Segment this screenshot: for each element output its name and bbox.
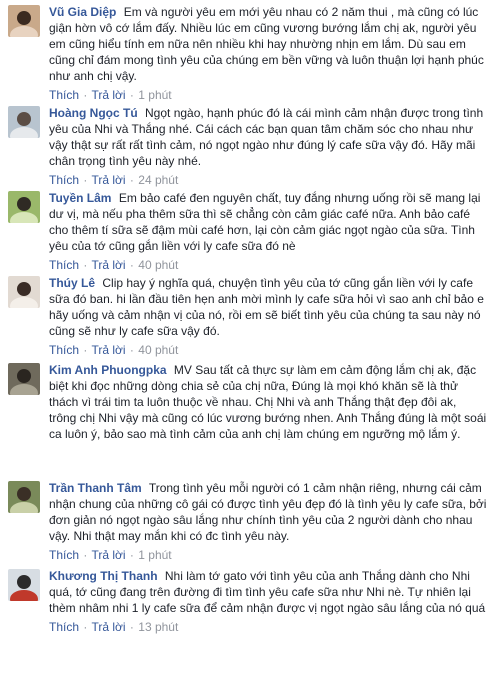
reply-link[interactable]: Trả lời — [91, 88, 125, 102]
reply-link[interactable]: Trả lời — [91, 343, 125, 357]
avatar-image — [8, 276, 40, 308]
comment-actions: Thích · Trả lời · 13 phút — [49, 619, 487, 635]
reply-link[interactable]: Trả lời — [91, 620, 125, 634]
comment-author-link[interactable]: Hoàng Ngọc Tú — [49, 106, 138, 120]
comment-timestamp[interactable]: 13 phút — [138, 620, 178, 634]
reply-link[interactable]: Trả lời — [91, 173, 125, 187]
avatar[interactable] — [8, 191, 40, 223]
comment-body: Khương Thị Thanh Nhi làm tớ gato với tìn… — [49, 568, 487, 616]
comment-text: Em bảo café đen nguyên chất, tuy đắng nh… — [49, 191, 481, 253]
comment-actions: Thích · Trả lời · 40 phút — [49, 257, 487, 273]
comment-actions: Thích · Trả lời · 24 phút — [49, 172, 487, 188]
comment-author-link[interactable]: Tuyền Lâm — [49, 191, 111, 205]
separator: · — [83, 548, 88, 562]
comment-item: Kim Anh Phuongpka MV Sau tất cả thực sự … — [0, 362, 495, 480]
like-link[interactable]: Thích — [49, 343, 79, 357]
comment-timestamp[interactable]: 24 phút — [138, 173, 178, 187]
separator: · — [83, 173, 88, 187]
avatar[interactable] — [8, 5, 40, 37]
comment-body: Vũ Gia Diệp Em và người yêu em mới yêu n… — [49, 4, 487, 84]
like-link[interactable]: Thích — [49, 173, 79, 187]
separator: · — [129, 258, 134, 272]
avatar-image — [8, 569, 40, 601]
separator: · — [129, 88, 134, 102]
avatar-image — [8, 191, 40, 223]
reply-link[interactable]: Trả lời — [91, 548, 125, 562]
like-link[interactable]: Thích — [49, 548, 79, 562]
separator: · — [83, 343, 88, 357]
reply-link[interactable]: Trả lời — [91, 258, 125, 272]
comment-item: Hoàng Ngọc Tú Ngọt ngào, hạnh phúc đó là… — [0, 105, 495, 190]
like-link[interactable]: Thích — [49, 620, 79, 634]
comment-body: Tuyền Lâm Em bảo café đen nguyên chất, t… — [49, 190, 487, 254]
comment-timestamp[interactable]: 1 phút — [138, 548, 171, 562]
like-link[interactable]: Thích — [49, 258, 79, 272]
comment-item: Khương Thị Thanh Nhi làm tớ gato với tìn… — [0, 568, 495, 660]
separator: · — [83, 620, 88, 634]
avatar-image — [8, 481, 40, 513]
separator: · — [83, 88, 88, 102]
comment-item: Trần Thanh Tâm Trong tình yêu mỗi người … — [0, 480, 495, 568]
avatar-image — [8, 106, 40, 138]
separator: · — [129, 548, 134, 562]
comment-author-link[interactable]: Khương Thị Thanh — [49, 569, 158, 583]
separator: · — [129, 343, 134, 357]
comment-body: Thúy Lê Clip hay ý nghĩa quá, chuyện tìn… — [49, 275, 487, 339]
comment-item: Tuyền Lâm Em bảo café đen nguyên chất, t… — [0, 190, 495, 275]
comment-author-link[interactable]: Trần Thanh Tâm — [49, 481, 142, 495]
comment-actions: Thích · Trả lời · 1 phút — [49, 87, 487, 103]
comment-timestamp[interactable]: 1 phút — [138, 88, 171, 102]
avatar-image — [8, 5, 40, 37]
separator: · — [83, 258, 88, 272]
separator: · — [129, 620, 134, 634]
avatar[interactable] — [8, 569, 40, 601]
comment-item: Vũ Gia Diệp Em và người yêu em mới yêu n… — [0, 4, 495, 105]
comment-item: Thúy Lê Clip hay ý nghĩa quá, chuyện tìn… — [0, 275, 495, 362]
comment-author-link[interactable]: Thúy Lê — [49, 276, 95, 290]
avatar[interactable] — [8, 106, 40, 138]
comment-body: Hoàng Ngọc Tú Ngọt ngào, hạnh phúc đó là… — [49, 105, 487, 169]
comment-actions: Thích · Trả lời · 40 phút — [49, 342, 487, 358]
like-link[interactable]: Thích — [49, 88, 79, 102]
comment-timestamp[interactable]: 40 phút — [138, 258, 178, 272]
comment-feed: Vũ Gia Diệp Em và người yêu em mới yêu n… — [0, 0, 495, 679]
comment-text: Clip hay ý nghĩa quá, chuyện tình yêu củ… — [49, 276, 484, 338]
avatar[interactable] — [8, 481, 40, 513]
comment-body: Kim Anh Phuongpka MV Sau tất cả thực sự … — [49, 362, 487, 442]
comment-author-link[interactable]: Vũ Gia Diệp — [49, 5, 116, 19]
avatar[interactable] — [8, 276, 40, 308]
comment-body: Trần Thanh Tâm Trong tình yêu mỗi người … — [49, 480, 487, 544]
separator: · — [129, 173, 134, 187]
avatar-image — [8, 363, 40, 395]
comment-actions: Thích · Trả lời · 1 phút — [49, 547, 487, 563]
avatar[interactable] — [8, 363, 40, 395]
comment-author-link[interactable]: Kim Anh Phuongpka — [49, 363, 167, 377]
comment-timestamp[interactable]: 40 phút — [138, 343, 178, 357]
